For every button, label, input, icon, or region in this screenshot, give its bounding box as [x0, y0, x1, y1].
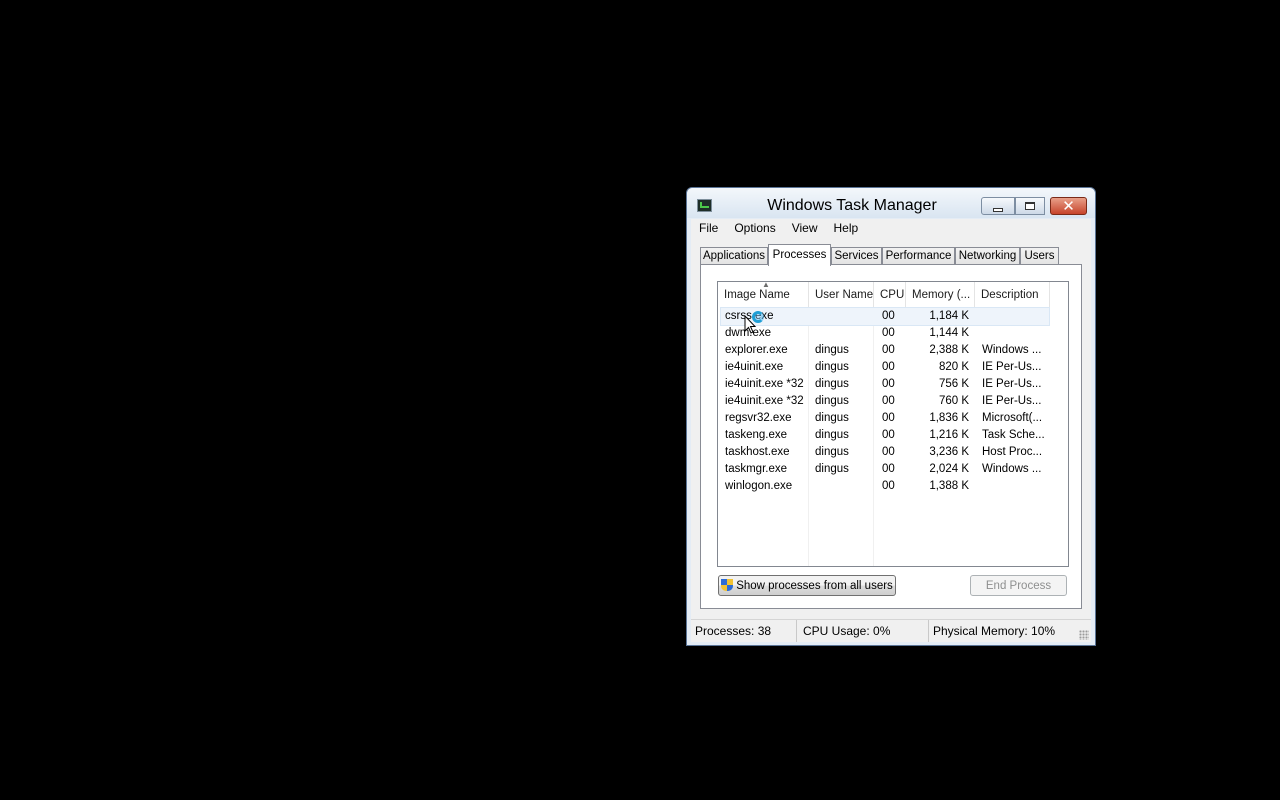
minimize-button[interactable] — [981, 197, 1015, 215]
cell-cpu: 00 — [882, 463, 895, 475]
column-memory[interactable]: Memory (... — [906, 282, 975, 308]
show-all-processes-label: Show processes from all users — [736, 579, 893, 592]
column-label: Image Name — [724, 289, 790, 301]
table-row[interactable]: ie4uinit.exe dingus 00 820 K IE Per-Us..… — [718, 359, 1068, 376]
cell-memory: 1,836 K — [929, 412, 969, 424]
menu-file[interactable]: File — [691, 221, 726, 235]
cell-image-name: winlogon.exe — [725, 480, 793, 492]
process-list[interactable]: ▲ Image Name User Name CPU Memory (... D… — [717, 281, 1069, 567]
show-all-processes-button[interactable]: Show processes from all users — [718, 575, 896, 596]
cell-cpu: 00 — [882, 361, 895, 373]
cell-cpu: 00 — [882, 310, 895, 322]
close-icon: ✕ — [1062, 196, 1075, 215]
cell-user-name: dingus — [815, 344, 849, 356]
cell-image-name: regsvr32.exe — [725, 412, 792, 424]
menu-view[interactable]: View — [784, 221, 826, 235]
client-area: Applications Processes Services Performa… — [691, 237, 1091, 623]
cell-image-name: csrss.exe — [725, 310, 774, 322]
column-user-name[interactable]: User Name — [809, 282, 874, 308]
resize-grip-icon[interactable] — [1079, 630, 1089, 640]
title-bar[interactable]: Windows Task Manager ✕ — [687, 188, 1095, 218]
cell-user-name: dingus — [815, 378, 849, 390]
status-bar: Processes: 38 CPU Usage: 0% Physical Mem… — [691, 619, 1091, 642]
column-cpu[interactable]: CPU — [874, 282, 906, 308]
tab-applications[interactable]: Applications — [700, 247, 768, 265]
cell-description: IE Per-Us... — [982, 395, 1042, 407]
tab-networking[interactable]: Networking — [955, 247, 1020, 265]
tab-performance[interactable]: Performance — [882, 247, 955, 265]
maximize-button[interactable] — [1015, 197, 1045, 215]
cell-description: Task Sche... — [982, 429, 1045, 441]
cell-image-name: taskhost.exe — [725, 446, 790, 458]
status-physical-memory: Physical Memory: 10% — [933, 624, 1056, 638]
tab-services[interactable]: Services — [831, 247, 882, 265]
cell-description: Host Proc... — [982, 446, 1043, 458]
cell-description: IE Per-Us... — [982, 378, 1042, 390]
menu-bar: File Options View Help — [691, 219, 1091, 237]
cell-memory: 3,236 K — [929, 446, 969, 458]
cell-cpu: 00 — [882, 395, 895, 407]
cell-cpu: 00 — [882, 327, 895, 339]
cell-description: Windows ... — [982, 344, 1042, 356]
cell-memory: 1,216 K — [929, 429, 969, 441]
window-title: Windows Task Manager — [767, 197, 937, 214]
table-row[interactable]: taskmgr.exe dingus 00 2,024 K Windows ..… — [718, 461, 1068, 478]
cell-cpu: 00 — [882, 378, 895, 390]
cell-image-name: ie4uinit.exe — [725, 361, 784, 373]
close-button[interactable]: ✕ — [1050, 197, 1087, 215]
cell-user-name: dingus — [815, 395, 849, 407]
cell-cpu: 00 — [882, 344, 895, 356]
menu-options[interactable]: Options — [726, 221, 783, 235]
table-row[interactable]: taskeng.exe dingus 00 1,216 K Task Sche.… — [718, 427, 1068, 444]
cell-user-name: dingus — [815, 446, 849, 458]
cell-image-name: ie4uinit.exe *32 — [725, 395, 804, 407]
column-description[interactable]: Description — [975, 282, 1050, 308]
cell-user-name: dingus — [815, 412, 849, 424]
cell-memory: 820 K — [938, 361, 969, 373]
cell-user-name: dingus — [815, 361, 849, 373]
table-row[interactable]: regsvr32.exe dingus 00 1,836 K Microsoft… — [718, 410, 1068, 427]
table-row[interactable]: taskhost.exe dingus 00 3,236 K Host Proc… — [718, 444, 1068, 461]
cell-user-name: dingus — [815, 429, 849, 441]
uac-shield-icon — [721, 579, 734, 592]
cell-image-name: ie4uinit.exe *32 — [725, 378, 804, 390]
table-row[interactable]: csrss.exe 00 1,184 K — [720, 307, 1050, 326]
cell-image-name: taskmgr.exe — [725, 463, 787, 475]
status-processes: Processes: 38 — [691, 620, 797, 642]
menu-help[interactable]: Help — [826, 221, 867, 235]
cell-cpu: 00 — [882, 412, 895, 424]
cell-memory: 2,388 K — [929, 344, 969, 356]
table-row[interactable]: explorer.exe dingus 00 2,388 K Windows .… — [718, 342, 1068, 359]
cell-cpu: 00 — [882, 446, 895, 458]
cell-image-name: dwm.exe — [725, 327, 772, 339]
cell-memory: 1,184 K — [929, 310, 969, 322]
task-manager-window: Windows Task Manager ✕ File Options View… — [686, 187, 1096, 646]
cell-description: IE Per-Us... — [982, 361, 1042, 373]
maximize-icon — [1025, 202, 1035, 210]
tab-users[interactable]: Users — [1020, 247, 1059, 265]
cell-cpu: 00 — [882, 429, 895, 441]
cell-image-name: taskeng.exe — [725, 429, 788, 441]
table-row[interactable]: winlogon.exe 00 1,388 K — [718, 478, 1068, 495]
cell-memory: 1,144 K — [929, 327, 969, 339]
cell-description: Microsoft(... — [982, 412, 1043, 424]
cell-user-name: dingus — [815, 463, 849, 475]
cell-memory: 760 K — [938, 395, 969, 407]
cell-cpu: 00 — [882, 480, 895, 492]
column-image-name[interactable]: ▲ Image Name — [718, 282, 809, 308]
minimize-icon — [993, 207, 1003, 212]
cell-memory: 2,024 K — [929, 463, 969, 475]
sort-arrow-icon: ▲ — [762, 282, 770, 289]
table-row[interactable]: ie4uinit.exe *32 dingus 00 756 K IE Per-… — [718, 376, 1068, 393]
end-process-button[interactable]: End Process — [970, 575, 1067, 596]
status-cpu-usage: CPU Usage: 0% — [797, 620, 929, 642]
tab-processes[interactable]: Processes — [768, 244, 831, 266]
table-row[interactable]: ie4uinit.exe *32 dingus 00 760 K IE Per-… — [718, 393, 1068, 410]
cell-image-name: explorer.exe — [725, 344, 788, 356]
cell-memory: 756 K — [938, 378, 969, 390]
list-header: ▲ Image Name User Name CPU Memory (... D… — [718, 282, 1068, 308]
table-row[interactable]: dwm.exe 00 1,144 K — [718, 325, 1068, 342]
cell-memory: 1,388 K — [929, 480, 969, 492]
cell-description: Windows ... — [982, 463, 1042, 475]
